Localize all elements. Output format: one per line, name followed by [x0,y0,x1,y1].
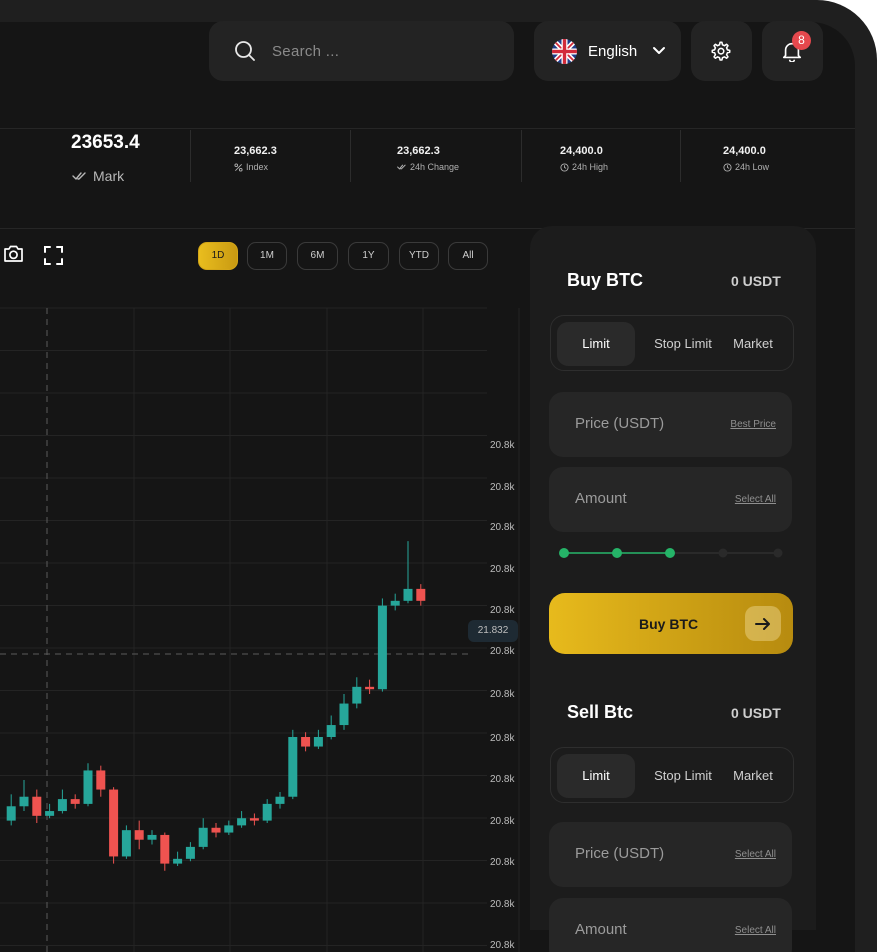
candle-body [339,703,349,726]
y-tick-label: 20.8k [490,940,515,951]
notification-badge: 8 [792,31,811,50]
y-tick-label: 20.8k [490,774,515,785]
candle-body [6,806,16,821]
buy-amount-field[interactable]: Amount Select All [549,467,792,532]
tab-limit[interactable]: Limit [557,322,635,366]
select-all-link[interactable]: Select All [735,849,776,860]
stat-24h-high: 24,400.0 24h High [560,145,609,172]
sell-title: Sell Btc [567,702,634,722]
candle-body [249,818,259,821]
candle-body [96,770,106,790]
y-tick-label: 20.8k [490,857,515,868]
clock-icon [560,162,569,172]
candle-body [352,686,362,704]
slider-step-dot [559,548,569,558]
candle-body [403,588,413,601]
candle-body [70,799,80,804]
y-tick-label: 20.8k [490,816,515,827]
stat-divider [680,130,681,182]
candle-body [390,600,400,606]
stat-24h-low: 24,400.0 24h Low [723,145,770,172]
select-all-link[interactable]: Select All [735,494,776,505]
candle-body [57,799,67,812]
buy-amount-placeholder: Amount [575,490,627,507]
buy-balance: 0 USDT [731,273,781,289]
candle-body [275,796,285,804]
candle-body [211,827,221,833]
candle-body [185,846,195,859]
y-tick-label: 20.8k [490,899,515,910]
candle-body [19,796,29,807]
candle-body [134,830,144,840]
stat-divider [521,130,522,182]
y-tick-label: 20.8k [490,605,515,616]
buy-order-type-tabs: Limit Stop Limit Market [550,315,794,371]
candle-body [301,737,311,747]
y-tick-label: 20.8k [490,482,515,493]
tab-market[interactable]: Market [723,754,783,798]
tab-limit[interactable]: Limit [557,754,635,798]
chevron-down-icon [653,47,665,54]
candle-body [416,588,426,601]
uk-flag-icon [552,39,577,64]
candle-body [365,686,375,690]
notifications-button[interactable]: 8 [762,21,823,81]
candle-body [32,796,42,816]
settings-button[interactable] [691,21,752,81]
candle-body [198,827,208,847]
sell-order-type-tabs: Limit Stop Limit Market [550,747,794,803]
sell-price-placeholder: Price (USDT) [575,845,665,862]
y-tick-label: 20.8k [490,440,515,451]
y-tick-label: 20.8k [490,689,515,700]
tab-market[interactable]: Market [723,322,783,366]
y-tick-label: 20.8k [490,522,515,533]
buy-price-field[interactable]: Price (USDT) Best Price [549,392,792,457]
candle-body [288,737,298,797]
candle-body [237,818,247,826]
candle-body [147,834,157,840]
sell-price-field[interactable]: Price (USDT) Select All [549,822,792,887]
slider-step-dot [773,548,783,558]
candle-body [377,605,387,690]
candle-body [121,830,131,857]
slider-step-dot [718,548,728,558]
candle-body [313,737,323,747]
y-tick-label: 20.8k [490,733,515,744]
best-price-link[interactable]: Best Price [730,419,776,430]
candle-body [160,834,170,864]
candle-body [262,803,272,821]
buy-title: Buy BTC [567,270,643,290]
tab-stop-limit[interactable]: Stop Limit [643,754,723,798]
candle-body [109,789,119,857]
y-tick-label: 20.8k [490,564,515,575]
arrow-right-icon [745,606,781,641]
current-price-tag: 21.832 [468,620,518,642]
candle-body [45,811,55,816]
slider-step-dot [612,548,622,558]
candle-body [83,770,93,804]
tab-stop-limit[interactable]: Stop Limit [643,322,723,366]
candlestick-chart[interactable] [0,0,520,952]
sell-amount-placeholder: Amount [575,921,627,938]
buy-price-placeholder: Price (USDT) [575,415,665,432]
sell-amount-field[interactable]: Amount Select All [549,898,792,952]
clock-icon [723,162,732,172]
sell-balance: 0 USDT [731,705,781,721]
slider-step-dot [665,548,675,558]
select-all-link[interactable]: Select All [735,925,776,936]
candle-body [224,825,234,833]
language-label: English [588,43,638,60]
amount-slider[interactable] [559,545,783,561]
buy-btc-label: Buy BTC [639,616,699,632]
buy-btc-button[interactable]: Buy BTC [549,593,793,654]
y-tick-label: 20.8k [490,646,515,657]
candle-body [326,725,336,737]
language-selector[interactable]: English [534,21,681,81]
gear-icon [711,41,731,61]
candle-body [173,858,183,864]
